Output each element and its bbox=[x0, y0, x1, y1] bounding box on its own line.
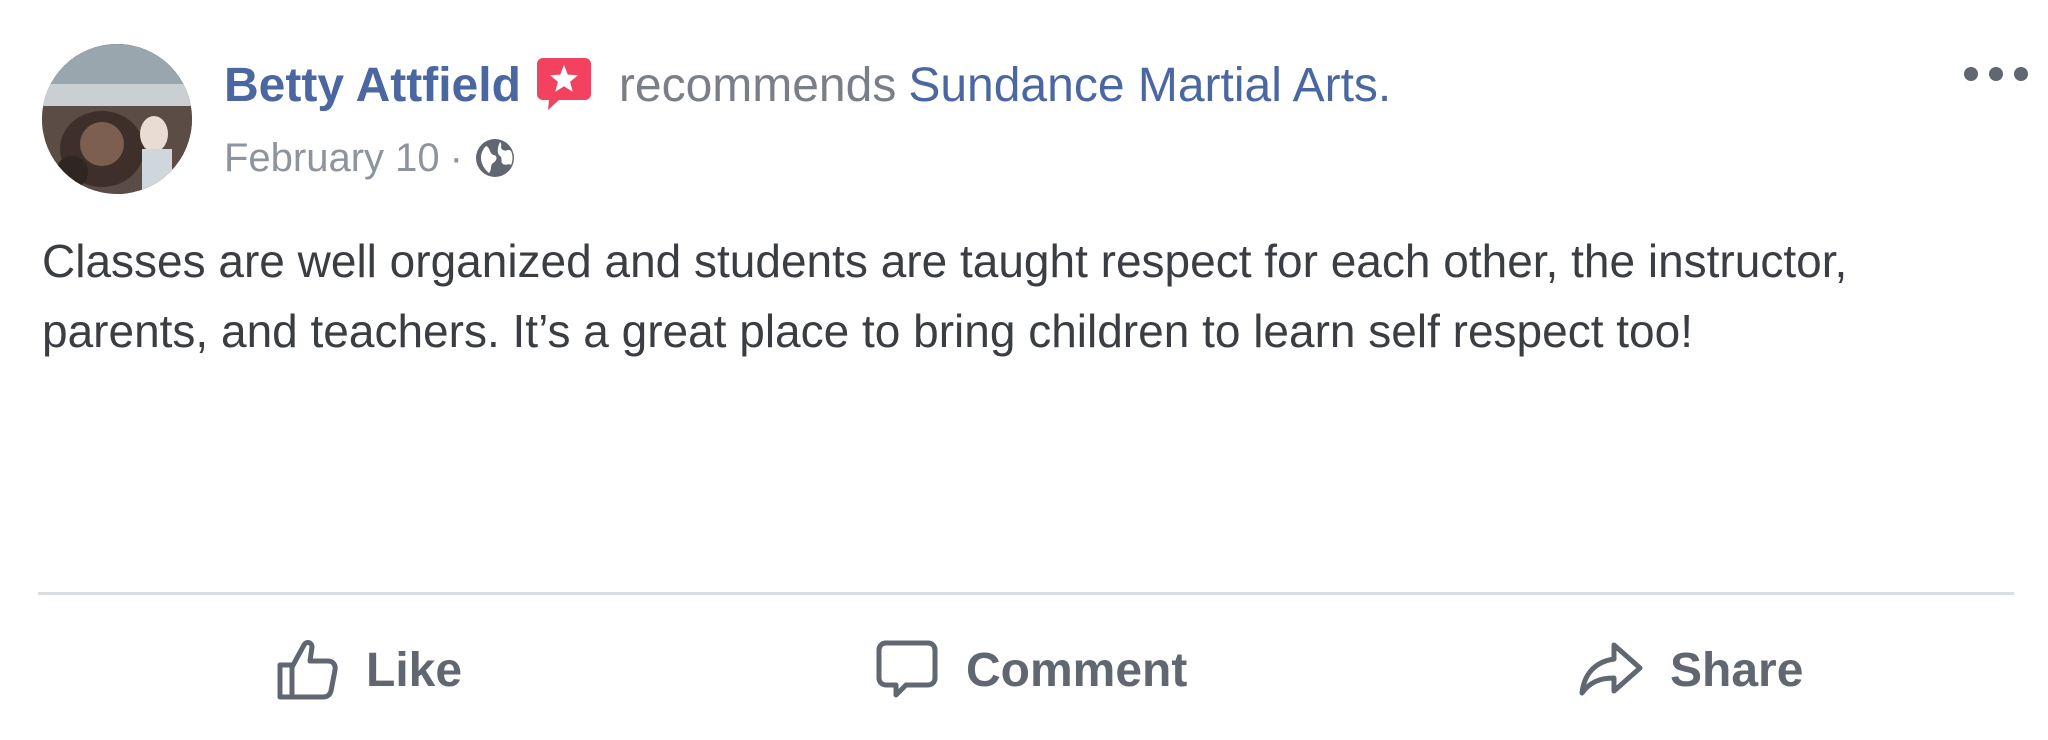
actions-divider bbox=[38, 592, 2014, 595]
page-name-link[interactable]: Sundance Martial Arts. bbox=[908, 58, 1391, 113]
share-label: Share bbox=[1670, 643, 1804, 697]
post-header: Betty Attfield recommends Sundance Marti… bbox=[224, 50, 1391, 120]
thumbs-up-icon bbox=[272, 635, 342, 705]
more-dot bbox=[1989, 67, 2003, 81]
author-name-link[interactable]: Betty Attfield bbox=[224, 58, 521, 113]
post-meta: February 10 · bbox=[224, 130, 517, 186]
globe-icon[interactable] bbox=[473, 136, 517, 180]
comment-button[interactable]: Comment bbox=[872, 620, 1187, 720]
comment-bubble-icon bbox=[872, 635, 942, 705]
like-button[interactable]: Like bbox=[272, 620, 462, 720]
meta-separator: · bbox=[449, 135, 463, 180]
more-dot bbox=[2014, 67, 2028, 81]
more-options-icon[interactable] bbox=[1964, 62, 2028, 86]
post-date-link[interactable]: February 10 bbox=[224, 136, 440, 181]
post-body-text: Classes are well organized and students … bbox=[42, 235, 1848, 357]
review-post: Betty Attfield recommends Sundance Marti… bbox=[0, 0, 2048, 740]
recommends-text: recommends bbox=[618, 58, 897, 112]
share-arrow-icon bbox=[1576, 635, 1646, 705]
author-avatar[interactable] bbox=[42, 44, 192, 194]
more-dot bbox=[1964, 67, 1978, 81]
share-button[interactable]: Share bbox=[1576, 620, 1803, 720]
post-actions-bar: Like Comment Share bbox=[0, 620, 2048, 720]
recommendation-star-badge-icon bbox=[535, 54, 593, 112]
comment-label: Comment bbox=[966, 643, 1188, 697]
like-label: Like bbox=[366, 643, 463, 697]
